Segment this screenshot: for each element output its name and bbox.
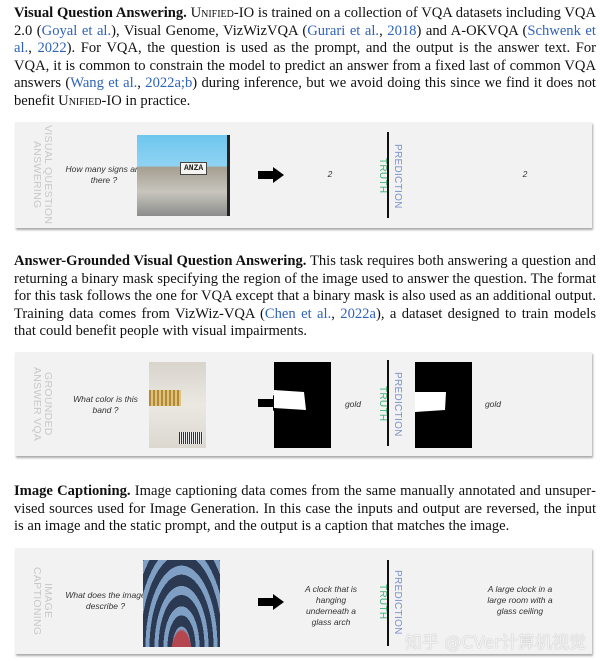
citation-link[interactable]: Chen et al. [265,306,331,322]
question-text: What color is this band ? [73,394,138,415]
input-image-gold-band [149,362,206,448]
question-text: What does the image describe ? [65,590,146,611]
divider [387,132,389,218]
citation-link[interactable]: 2022a;b [145,75,192,91]
watermark: 知乎 @CVer计算机视觉 [404,633,586,653]
prediction-output: gold [484,399,502,409]
paragraph-heading: Answer-Grounded Visual Question Answerin… [14,253,307,269]
paragraph-heading: Image Captioning. [14,483,131,499]
citation-link[interactable]: 2018 [387,23,416,39]
paragraph-vqa: Visual Question Answering. Unified-IO is… [14,5,596,111]
truth-output: 2 [327,169,333,179]
paragraph-captioning: Image Captioning. Image captioning data … [14,483,596,536]
truth-output: A clock that is hanging underneath a gla… [304,584,358,627]
citation-link[interactable]: Goyal et al. [42,23,111,39]
prediction-label: PREDICTION [392,372,403,437]
divider [387,560,389,646]
figure-panel-grounded-vqa: GROUNDED ANSWER VQA What color is this b… [15,352,592,456]
arrow-right-icon [258,594,284,610]
paragraph-text: -IO in practice. [101,92,191,109]
task-label: VISUAL QUESTION ANSWERING [31,125,54,225]
paragraph-grounded-vqa: Answer-Grounded Visual Question Answerin… [14,253,596,341]
paragraph-heading: Visual Question Answering. [14,5,187,21]
predicted-mask [415,362,472,448]
prediction-label: PREDICTION [392,144,403,209]
input-image-glass-arch-clock [143,560,220,647]
citation-link[interactable]: Gurari et al. [307,23,379,39]
arrow-right-icon [258,167,284,183]
divider [387,360,389,446]
prediction-output: 2 [522,169,528,179]
citation-link[interactable]: 2022 [37,40,66,56]
task-label: IMAGE CAPTIONING [31,566,54,636]
street-sign: ANZA [180,162,208,175]
truth-mask [274,362,331,448]
truth-output: gold [344,399,362,409]
paragraph-text: ), Visual Genome, VizWizVQA ( [111,22,308,39]
question-text: How many signs are there ? [65,164,143,185]
input-image-street-sign: ANZA [137,135,230,216]
paragraph-text: Unified-IO [190,5,255,21]
paragraph-text: , [331,305,341,322]
citation-link[interactable]: Wang et al. [70,75,137,91]
prediction-output: A large clock in a large room with a gla… [487,584,553,616]
citation-link[interactable]: 2022a [340,306,376,322]
figure-panel-vqa: VISUAL QUESTION ANSWERING How many signs… [15,122,592,228]
prediction-label: PREDICTION [392,570,403,635]
paragraph-text: ) and A-OKVQA ( [416,22,528,39]
task-label: GROUNDED ANSWER VQA [31,366,54,442]
paragraph-text: Unified [58,92,102,109]
